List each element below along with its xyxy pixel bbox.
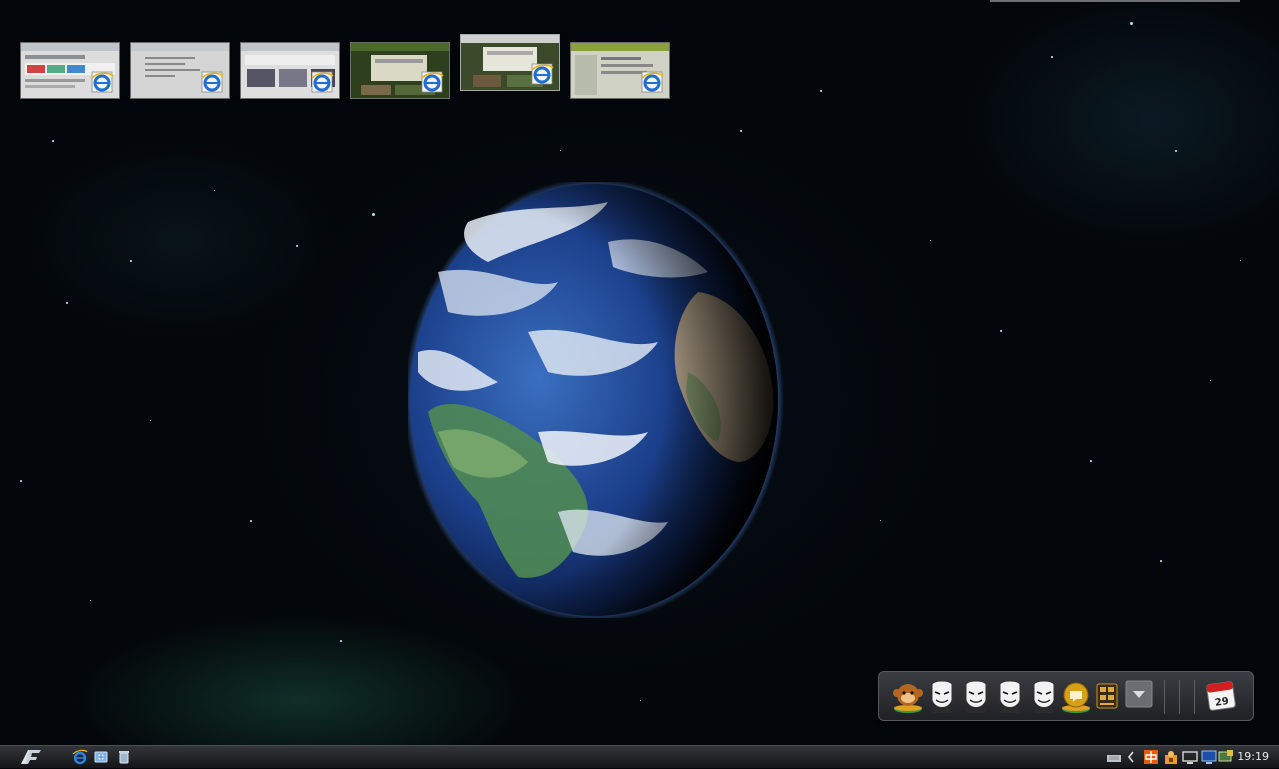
chat-icon[interactable]: [1059, 678, 1093, 714]
display-icon[interactable]: [1218, 749, 1234, 765]
dropdown-arrow-icon[interactable]: [1125, 680, 1153, 708]
monitor-icon[interactable]: [1182, 749, 1198, 765]
input-method-icon[interactable]: [1143, 749, 1159, 765]
grid-icon[interactable]: [1093, 678, 1121, 714]
earth-globe-image: [408, 182, 784, 618]
monkey-app-icon[interactable]: [891, 678, 925, 714]
mask-icon[interactable]: [1027, 678, 1061, 714]
internet-explorer-icon: [91, 71, 114, 93]
internet-explorer-icon: [641, 71, 664, 93]
recycle-icon[interactable]: [116, 749, 132, 765]
window-thumbnail-strip: [20, 34, 680, 102]
window-thumbnail-6[interactable]: [570, 42, 670, 99]
start-logo-icon[interactable]: [20, 749, 42, 765]
internet-explorer-icon: [311, 71, 334, 93]
window-thumbnail-3[interactable]: [240, 42, 340, 99]
mask-icon[interactable]: [959, 678, 993, 714]
calendar-day-label: 29: [1214, 696, 1229, 709]
internet-explorer-icon: [421, 71, 444, 93]
mask-icon[interactable]: [993, 678, 1027, 714]
chevron-left-icon[interactable]: [1126, 749, 1136, 765]
taskbar-clock[interactable]: 19:19: [1237, 750, 1269, 763]
mask-icon[interactable]: [925, 678, 959, 714]
application-dock: 29: [878, 671, 1254, 721]
taskbar: 19:19: [0, 745, 1279, 768]
dock-separator: [1179, 680, 1180, 714]
internet-explorer-icon: [531, 63, 554, 85]
desktop-wallpaper: 29: [0, 0, 1279, 745]
window-thumbnail-1[interactable]: [20, 42, 120, 99]
tray-app-icon[interactable]: [1163, 749, 1179, 765]
network-icon[interactable]: [1201, 749, 1217, 765]
internet-explorer-icon[interactable]: [72, 749, 88, 765]
internet-explorer-icon: [201, 71, 224, 93]
keyboard-icon[interactable]: [1106, 749, 1122, 765]
dock-separator: [1194, 680, 1195, 714]
dock-separator: [1164, 680, 1165, 714]
top-edge-strip: [990, 0, 1240, 2]
window-thumbnail-2[interactable]: [130, 42, 230, 99]
explorer-icon[interactable]: [93, 749, 109, 765]
window-thumbnail-5[interactable]: [460, 34, 560, 91]
calendar-icon[interactable]: 29: [1204, 678, 1238, 714]
window-thumbnail-4[interactable]: [350, 42, 450, 99]
